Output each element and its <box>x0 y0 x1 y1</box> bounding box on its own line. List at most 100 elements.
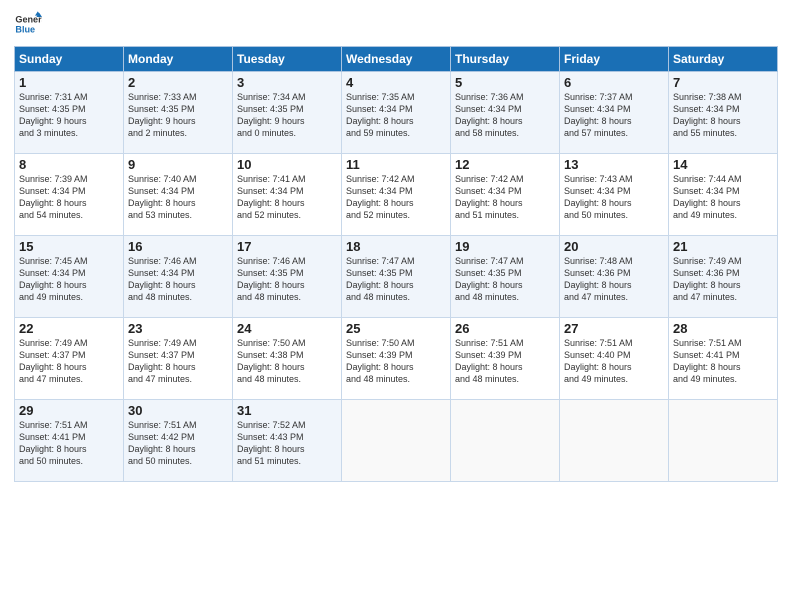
cell-info: Sunrise: 7:41 AMSunset: 4:34 PMDaylight:… <box>237 173 337 222</box>
cell-info: Sunrise: 7:48 AMSunset: 4:36 PMDaylight:… <box>564 255 664 304</box>
svg-text:Blue: Blue <box>15 24 35 34</box>
weekday-header: Monday <box>124 47 233 72</box>
weekday-header: Sunday <box>15 47 124 72</box>
calendar-cell: 25Sunrise: 7:50 AMSunset: 4:39 PMDayligh… <box>342 318 451 400</box>
weekday-header: Friday <box>560 47 669 72</box>
cell-info: Sunrise: 7:51 AMSunset: 4:39 PMDaylight:… <box>455 337 555 386</box>
calendar-cell <box>342 400 451 482</box>
day-number: 20 <box>564 239 664 254</box>
day-number: 1 <box>19 75 119 90</box>
day-number: 3 <box>237 75 337 90</box>
weekday-header: Saturday <box>669 47 778 72</box>
cell-info: Sunrise: 7:39 AMSunset: 4:34 PMDaylight:… <box>19 173 119 222</box>
calendar-cell: 13Sunrise: 7:43 AMSunset: 4:34 PMDayligh… <box>560 154 669 236</box>
cell-info: Sunrise: 7:51 AMSunset: 4:40 PMDaylight:… <box>564 337 664 386</box>
calendar-cell: 9Sunrise: 7:40 AMSunset: 4:34 PMDaylight… <box>124 154 233 236</box>
calendar-header-row: SundayMondayTuesdayWednesdayThursdayFrid… <box>15 47 778 72</box>
cell-info: Sunrise: 7:34 AMSunset: 4:35 PMDaylight:… <box>237 91 337 140</box>
cell-info: Sunrise: 7:45 AMSunset: 4:34 PMDaylight:… <box>19 255 119 304</box>
calendar-cell: 7Sunrise: 7:38 AMSunset: 4:34 PMDaylight… <box>669 72 778 154</box>
calendar-cell: 21Sunrise: 7:49 AMSunset: 4:36 PMDayligh… <box>669 236 778 318</box>
day-number: 12 <box>455 157 555 172</box>
calendar-week-row: 22Sunrise: 7:49 AMSunset: 4:37 PMDayligh… <box>15 318 778 400</box>
logo-icon: General Blue <box>14 10 42 38</box>
day-number: 22 <box>19 321 119 336</box>
cell-info: Sunrise: 7:31 AMSunset: 4:35 PMDaylight:… <box>19 91 119 140</box>
day-number: 9 <box>128 157 228 172</box>
day-number: 26 <box>455 321 555 336</box>
day-number: 17 <box>237 239 337 254</box>
calendar-cell: 2Sunrise: 7:33 AMSunset: 4:35 PMDaylight… <box>124 72 233 154</box>
calendar-week-row: 8Sunrise: 7:39 AMSunset: 4:34 PMDaylight… <box>15 154 778 236</box>
calendar-cell: 29Sunrise: 7:51 AMSunset: 4:41 PMDayligh… <box>15 400 124 482</box>
day-number: 4 <box>346 75 446 90</box>
calendar-container: General Blue SundayMondayTuesdayWednesda… <box>0 0 792 490</box>
day-number: 30 <box>128 403 228 418</box>
header-row: General Blue <box>14 10 778 38</box>
cell-info: Sunrise: 7:37 AMSunset: 4:34 PMDaylight:… <box>564 91 664 140</box>
calendar-cell: 6Sunrise: 7:37 AMSunset: 4:34 PMDaylight… <box>560 72 669 154</box>
cell-info: Sunrise: 7:42 AMSunset: 4:34 PMDaylight:… <box>455 173 555 222</box>
day-number: 14 <box>673 157 773 172</box>
calendar-cell: 10Sunrise: 7:41 AMSunset: 4:34 PMDayligh… <box>233 154 342 236</box>
cell-info: Sunrise: 7:44 AMSunset: 4:34 PMDaylight:… <box>673 173 773 222</box>
calendar-cell: 20Sunrise: 7:48 AMSunset: 4:36 PMDayligh… <box>560 236 669 318</box>
calendar-body: 1Sunrise: 7:31 AMSunset: 4:35 PMDaylight… <box>15 72 778 482</box>
calendar-cell: 4Sunrise: 7:35 AMSunset: 4:34 PMDaylight… <box>342 72 451 154</box>
weekday-header: Thursday <box>451 47 560 72</box>
day-number: 15 <box>19 239 119 254</box>
cell-info: Sunrise: 7:51 AMSunset: 4:42 PMDaylight:… <box>128 419 228 468</box>
calendar-cell: 24Sunrise: 7:50 AMSunset: 4:38 PMDayligh… <box>233 318 342 400</box>
calendar-cell: 11Sunrise: 7:42 AMSunset: 4:34 PMDayligh… <box>342 154 451 236</box>
cell-info: Sunrise: 7:38 AMSunset: 4:34 PMDaylight:… <box>673 91 773 140</box>
cell-info: Sunrise: 7:49 AMSunset: 4:36 PMDaylight:… <box>673 255 773 304</box>
calendar-cell: 1Sunrise: 7:31 AMSunset: 4:35 PMDaylight… <box>15 72 124 154</box>
day-number: 31 <box>237 403 337 418</box>
calendar-cell: 17Sunrise: 7:46 AMSunset: 4:35 PMDayligh… <box>233 236 342 318</box>
day-number: 2 <box>128 75 228 90</box>
calendar-cell <box>560 400 669 482</box>
day-number: 25 <box>346 321 446 336</box>
calendar-cell: 8Sunrise: 7:39 AMSunset: 4:34 PMDaylight… <box>15 154 124 236</box>
day-number: 27 <box>564 321 664 336</box>
cell-info: Sunrise: 7:50 AMSunset: 4:39 PMDaylight:… <box>346 337 446 386</box>
cell-info: Sunrise: 7:51 AMSunset: 4:41 PMDaylight:… <box>673 337 773 386</box>
calendar-cell: 18Sunrise: 7:47 AMSunset: 4:35 PMDayligh… <box>342 236 451 318</box>
calendar-cell: 15Sunrise: 7:45 AMSunset: 4:34 PMDayligh… <box>15 236 124 318</box>
cell-info: Sunrise: 7:49 AMSunset: 4:37 PMDaylight:… <box>128 337 228 386</box>
calendar-cell: 12Sunrise: 7:42 AMSunset: 4:34 PMDayligh… <box>451 154 560 236</box>
calendar-cell <box>451 400 560 482</box>
calendar-cell: 23Sunrise: 7:49 AMSunset: 4:37 PMDayligh… <box>124 318 233 400</box>
day-number: 13 <box>564 157 664 172</box>
calendar-cell: 30Sunrise: 7:51 AMSunset: 4:42 PMDayligh… <box>124 400 233 482</box>
day-number: 28 <box>673 321 773 336</box>
cell-info: Sunrise: 7:49 AMSunset: 4:37 PMDaylight:… <box>19 337 119 386</box>
day-number: 24 <box>237 321 337 336</box>
weekday-header: Tuesday <box>233 47 342 72</box>
calendar-table: SundayMondayTuesdayWednesdayThursdayFrid… <box>14 46 778 482</box>
cell-info: Sunrise: 7:42 AMSunset: 4:34 PMDaylight:… <box>346 173 446 222</box>
cell-info: Sunrise: 7:52 AMSunset: 4:43 PMDaylight:… <box>237 419 337 468</box>
cell-info: Sunrise: 7:46 AMSunset: 4:34 PMDaylight:… <box>128 255 228 304</box>
calendar-cell: 14Sunrise: 7:44 AMSunset: 4:34 PMDayligh… <box>669 154 778 236</box>
cell-info: Sunrise: 7:35 AMSunset: 4:34 PMDaylight:… <box>346 91 446 140</box>
calendar-cell: 19Sunrise: 7:47 AMSunset: 4:35 PMDayligh… <box>451 236 560 318</box>
cell-info: Sunrise: 7:33 AMSunset: 4:35 PMDaylight:… <box>128 91 228 140</box>
calendar-cell: 31Sunrise: 7:52 AMSunset: 4:43 PMDayligh… <box>233 400 342 482</box>
day-number: 10 <box>237 157 337 172</box>
calendar-cell: 16Sunrise: 7:46 AMSunset: 4:34 PMDayligh… <box>124 236 233 318</box>
calendar-cell: 27Sunrise: 7:51 AMSunset: 4:40 PMDayligh… <box>560 318 669 400</box>
cell-info: Sunrise: 7:46 AMSunset: 4:35 PMDaylight:… <box>237 255 337 304</box>
calendar-week-row: 1Sunrise: 7:31 AMSunset: 4:35 PMDaylight… <box>15 72 778 154</box>
day-number: 29 <box>19 403 119 418</box>
cell-info: Sunrise: 7:47 AMSunset: 4:35 PMDaylight:… <box>346 255 446 304</box>
day-number: 18 <box>346 239 446 254</box>
cell-info: Sunrise: 7:43 AMSunset: 4:34 PMDaylight:… <box>564 173 664 222</box>
calendar-week-row: 29Sunrise: 7:51 AMSunset: 4:41 PMDayligh… <box>15 400 778 482</box>
cell-info: Sunrise: 7:50 AMSunset: 4:38 PMDaylight:… <box>237 337 337 386</box>
calendar-cell: 3Sunrise: 7:34 AMSunset: 4:35 PMDaylight… <box>233 72 342 154</box>
weekday-header: Wednesday <box>342 47 451 72</box>
day-number: 23 <box>128 321 228 336</box>
day-number: 8 <box>19 157 119 172</box>
cell-info: Sunrise: 7:47 AMSunset: 4:35 PMDaylight:… <box>455 255 555 304</box>
